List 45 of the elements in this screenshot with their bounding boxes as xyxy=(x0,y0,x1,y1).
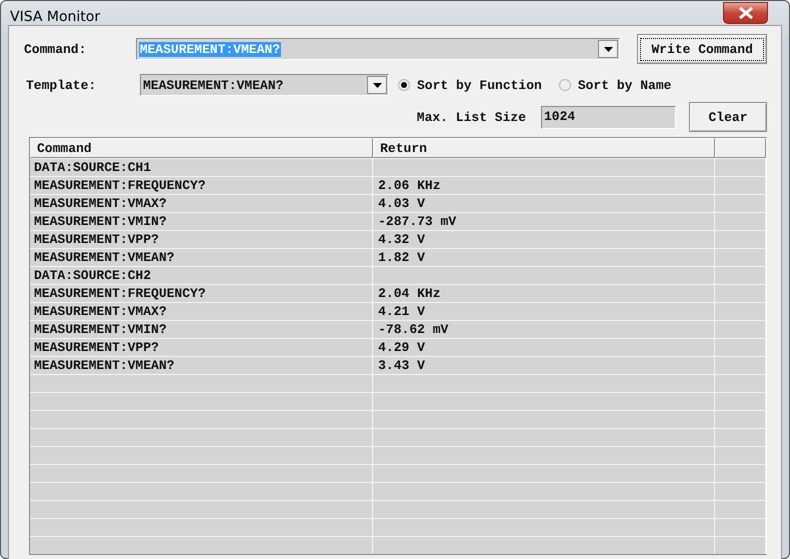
table-cell: 4.03 V xyxy=(378,196,425,211)
table-cell: 3.43 V xyxy=(378,358,425,373)
close-icon xyxy=(738,7,754,19)
table-cell: MEASUREMENT:FREQUENCY? xyxy=(34,178,206,193)
command-label: Command: xyxy=(24,42,88,56)
table-cell: -287.73 mV xyxy=(378,214,456,229)
table-cell: DATA:SOURCE:CH1 xyxy=(34,160,152,175)
table-cell: MEASUREMENT:VMIN? xyxy=(34,322,167,337)
table-cell: 1.82 V xyxy=(378,250,425,265)
table-cell: DATA:SOURCE:CH2 xyxy=(34,268,152,283)
sort-radio[interactable]: Sort by Function xyxy=(398,78,542,92)
column-header[interactable]: Return xyxy=(373,138,716,158)
table-cell: MEASUREMENT:VMIN? xyxy=(34,214,167,229)
command-value: MEASUREMENT:VMEAN? xyxy=(138,42,282,56)
radio-button[interactable] xyxy=(398,79,410,91)
table-cell: 4.21 V xyxy=(378,304,425,319)
table-cell: MEASUREMENT:VPP? xyxy=(34,340,159,355)
dropdown-button[interactable] xyxy=(598,40,618,58)
table-cell: MEASUREMENT:VMEAN? xyxy=(34,358,174,373)
column-header[interactable] xyxy=(715,138,766,158)
table-cell: MEASUREMENT:FREQUENCY? xyxy=(34,286,206,301)
table-cell: MEASUREMENT:VMAX? xyxy=(34,196,167,211)
table-cell: 4.29 V xyxy=(378,340,425,355)
caret-icon xyxy=(372,82,382,88)
table-cell: 2.06 KHz xyxy=(378,178,441,193)
template-label: Template: xyxy=(26,78,98,92)
window-title: VISA Monitor xyxy=(10,9,100,25)
table-cell: MEASUREMENT:VPP? xyxy=(34,232,159,247)
table-cell: 2.04 KHz xyxy=(378,286,441,301)
table-cell: MEASUREMENT:VMAX? xyxy=(34,304,167,319)
caret-icon xyxy=(604,46,613,52)
table-cell: -78.62 mV xyxy=(378,322,448,337)
template-value: MEASUREMENT:VMEAN? xyxy=(143,78,284,92)
close-button[interactable] xyxy=(723,2,768,24)
table-cell: MEASUREMENT:VMEAN? xyxy=(34,250,174,265)
column-header[interactable]: Command xyxy=(30,138,374,158)
sort-radio[interactable]: Sort by Name xyxy=(558,78,672,92)
max-list-size-field[interactable]: 1024 xyxy=(541,106,676,128)
max-list-size-label: Max. List Size xyxy=(416,110,526,124)
radio-button[interactable] xyxy=(558,79,571,91)
table-cell: 4.32 V xyxy=(378,232,425,247)
clear-button[interactable]: Clear xyxy=(689,102,767,132)
write-command-button[interactable]: Write Command xyxy=(637,34,767,64)
dropdown-button[interactable] xyxy=(367,76,387,94)
template-combo[interactable]: MEASUREMENT:VMEAN? xyxy=(140,74,389,96)
